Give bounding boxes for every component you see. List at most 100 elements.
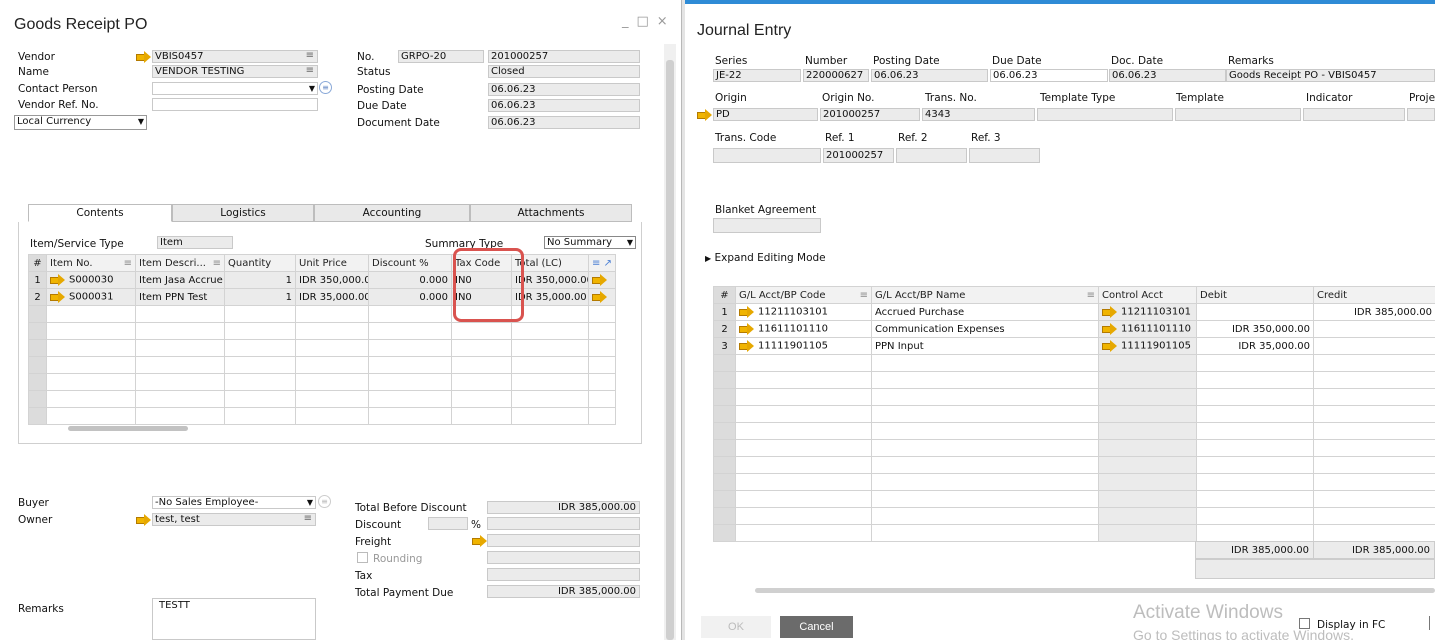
col-header-credit[interactable]: Credit [1313, 286, 1435, 304]
item-no-cell[interactable]: S000031 [46, 288, 136, 306]
link-arrow-icon[interactable] [592, 274, 608, 287]
vertical-scrollbar[interactable] [664, 44, 676, 640]
col-header-description[interactable]: Item Descri... ≡ [135, 254, 225, 272]
cancel-button[interactable]: Cancel [780, 616, 853, 638]
table-settings-icon[interactable]: ≡ ↗ [588, 254, 616, 272]
gl-name-cell[interactable]: Communication Expenses [871, 320, 1099, 338]
description-cell[interactable]: Item PPN Test [135, 288, 225, 306]
empty-row[interactable] [713, 371, 1435, 389]
ref1-field[interactable]: 201000257 [823, 148, 894, 163]
table-row[interactable]: 1 S000030 Item Jasa Accrue 1 IDR 350,000… [28, 271, 616, 289]
summary-type-select[interactable]: No Summary [544, 236, 636, 249]
series-field[interactable]: GRPO-20 [398, 50, 484, 63]
empty-row[interactable] [28, 322, 616, 340]
empty-row[interactable] [713, 507, 1435, 525]
link-arrow-icon[interactable] [1102, 306, 1118, 319]
horizontal-scrollbar[interactable] [68, 426, 188, 431]
link-arrow-icon[interactable] [136, 514, 152, 526]
unit-price-cell[interactable]: IDR 35,000.00 [295, 288, 369, 306]
empty-row[interactable] [28, 407, 616, 425]
posting-date-field[interactable]: 06.06.23 [871, 69, 988, 82]
freight-field[interactable] [487, 534, 640, 547]
table-row[interactable]: 2 S000031 Item PPN Test 1 IDR 35,000.00 … [28, 288, 616, 306]
col-header-item-no[interactable]: Item No. ≡ [46, 254, 136, 272]
ok-button[interactable]: OK [701, 616, 771, 638]
link-arrow-icon[interactable] [592, 291, 608, 304]
link-arrow-icon[interactable] [739, 340, 755, 353]
credit-cell[interactable] [1313, 320, 1435, 338]
col-header-debit[interactable]: Debit [1196, 286, 1314, 304]
doc-date-field[interactable]: 06.06.23 [1109, 69, 1226, 82]
empty-row[interactable] [28, 339, 616, 357]
ref3-field[interactable] [969, 148, 1040, 163]
table-row[interactable]: 1 11211103101 Accrued Purchase 112111031… [713, 303, 1435, 321]
ref2-field[interactable] [896, 148, 967, 163]
col-header-unit-price[interactable]: Unit Price [295, 254, 369, 272]
discount-cell[interactable]: 0.000 [368, 271, 452, 289]
tab-accounting[interactable]: Accounting [314, 204, 470, 222]
control-acct-cell[interactable]: 11611101110 [1098, 320, 1197, 338]
gl-name-cell[interactable]: Accrued Purchase [871, 303, 1099, 321]
debit-cell[interactable]: IDR 350,000.00 [1196, 320, 1314, 338]
buyer-info-icon[interactable]: ≡ [318, 495, 331, 508]
empty-row[interactable] [713, 524, 1435, 542]
col-header-quantity[interactable]: Quantity [224, 254, 296, 272]
link-arrow-icon[interactable] [1102, 323, 1118, 336]
origin-no-field[interactable]: 201000257 [820, 108, 920, 121]
link-arrow-icon[interactable] [739, 323, 755, 336]
remarks-textarea[interactable]: TESTT [152, 598, 316, 640]
template-type-field[interactable] [1037, 108, 1173, 121]
trans-no-field[interactable]: 4343 [922, 108, 1035, 121]
contact-person-select[interactable] [152, 82, 318, 95]
empty-row[interactable] [713, 439, 1435, 457]
link-arrow-icon[interactable] [739, 306, 755, 319]
discount-cell[interactable]: 0.000 [368, 288, 452, 306]
debit-cell[interactable] [1196, 303, 1314, 321]
link-arrow-icon[interactable] [50, 274, 66, 287]
tab-attachments[interactable]: Attachments [470, 204, 632, 222]
link-arrow-icon[interactable] [1102, 340, 1118, 353]
empty-row[interactable] [28, 390, 616, 408]
gl-name-cell[interactable]: PPN Input [871, 337, 1099, 355]
window-controls[interactable]: _□× [622, 14, 676, 29]
link-arrow-icon[interactable] [136, 51, 152, 63]
origin-field[interactable]: PD [713, 108, 818, 121]
doc-number-field[interactable]: 201000257 [488, 50, 640, 63]
link-arrow-icon[interactable] [50, 291, 66, 304]
vendor-field[interactable]: VBIS0457 [152, 50, 318, 63]
debit-cell[interactable]: IDR 35,000.00 [1196, 337, 1314, 355]
minimize-icon[interactable]: _ [622, 14, 637, 29]
document-date-field[interactable]: 06.06.23 [488, 116, 640, 129]
gl-code-cell[interactable]: 11211103101 [735, 303, 872, 321]
indicator-field[interactable] [1303, 108, 1405, 121]
currency-select[interactable]: Local Currency [14, 115, 147, 130]
empty-row[interactable] [713, 490, 1435, 508]
horizontal-scrollbar[interactable] [755, 588, 1435, 593]
control-acct-cell[interactable]: 11111901105 [1098, 337, 1197, 355]
control-acct-cell[interactable]: 11211103101 [1098, 303, 1197, 321]
posting-date-field[interactable]: 06.06.23 [488, 83, 640, 96]
row-link-cell[interactable] [588, 288, 616, 306]
gl-code-cell[interactable]: 11111901105 [735, 337, 872, 355]
gl-code-cell[interactable]: 11611101110 [735, 320, 872, 338]
project-field[interactable] [1407, 108, 1435, 121]
due-date-field[interactable]: 06.06.23 [488, 99, 640, 112]
col-header-gl-code[interactable]: G/L Acct/BP Code ≡ [735, 286, 872, 304]
empty-row[interactable] [28, 373, 616, 391]
empty-row[interactable] [713, 354, 1435, 372]
trans-code-field[interactable] [713, 148, 821, 163]
link-arrow-icon[interactable] [472, 535, 488, 547]
col-header-control-acct[interactable]: Control Acct [1098, 286, 1197, 304]
close-icon[interactable]: × [657, 14, 676, 29]
contact-info-icon[interactable]: ≡ [319, 81, 332, 94]
col-header-gl-name[interactable]: G/L Acct/BP Name ≡ [871, 286, 1099, 304]
row-link-cell[interactable] [588, 271, 616, 289]
link-arrow-icon[interactable] [697, 109, 713, 121]
series-field[interactable]: JE-22 [713, 69, 801, 82]
description-cell[interactable]: Item Jasa Accrue [135, 271, 225, 289]
col-header-discount[interactable]: Discount % [368, 254, 452, 272]
empty-row[interactable] [713, 405, 1435, 423]
maximize-icon[interactable]: □ [637, 14, 657, 29]
item-no-cell[interactable]: S000030 [46, 271, 136, 289]
scrollbar-thumb[interactable] [666, 60, 674, 640]
